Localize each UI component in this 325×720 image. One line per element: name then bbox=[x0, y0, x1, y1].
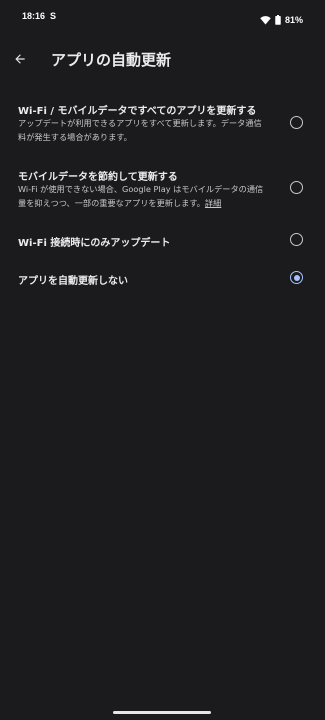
option-description-text: Wi-Fi が使用できない場合、Google Play はモバイルデータの通信量… bbox=[18, 184, 264, 208]
wifi-icon bbox=[260, 10, 271, 29]
page-title: アプリの自動更新 bbox=[51, 51, 172, 69]
option-description: Wi-Fi が使用できない場合、Google Play はモバイルデータの通信量… bbox=[18, 182, 268, 210]
back-button[interactable] bbox=[8, 48, 32, 72]
battery-icon bbox=[275, 10, 281, 29]
option-description: アップデートが利用できるアプリをすべて更新します。データ通信料が発生する場合があ… bbox=[18, 118, 262, 142]
status-bar: 18:16 S 81% bbox=[0, 0, 325, 36]
status-right-group: 81% bbox=[260, 10, 303, 29]
option-no-auto-update[interactable]: アプリを自動更新しない bbox=[0, 264, 325, 294]
option-title: Wi-Fi / モバイルデータですべてのアプリを更新する bbox=[18, 106, 257, 117]
option-title: アプリを自動更新しない bbox=[18, 276, 128, 287]
gesture-navigation-bar[interactable] bbox=[113, 711, 211, 714]
notification-s-icon: S bbox=[50, 11, 57, 21]
details-link[interactable]: 詳細 bbox=[205, 198, 221, 208]
battery-percentage: 81% bbox=[284, 14, 303, 25]
app-bar: アプリの自動更新 bbox=[0, 40, 325, 80]
radio-button[interactable] bbox=[290, 181, 303, 194]
option-update-all[interactable]: Wi-Fi / モバイルデータですべてのアプリを更新する アップデートが利用でき… bbox=[0, 96, 325, 154]
option-save-data[interactable]: モバイルデータを節約して更新する Wi-Fi が使用できない場合、Google … bbox=[0, 162, 325, 220]
option-title: Wi-Fi 接続時にのみアップデート bbox=[18, 238, 171, 249]
arrow-back-icon bbox=[13, 51, 27, 70]
radio-button-selected[interactable] bbox=[290, 271, 303, 284]
option-wifi-only[interactable]: Wi-Fi 接続時にのみアップデート bbox=[0, 225, 325, 255]
option-title: モバイルデータを節約して更新する bbox=[18, 172, 178, 183]
radio-button[interactable] bbox=[290, 233, 303, 246]
radio-button[interactable] bbox=[290, 116, 303, 129]
status-time: 18:16 bbox=[22, 11, 46, 21]
